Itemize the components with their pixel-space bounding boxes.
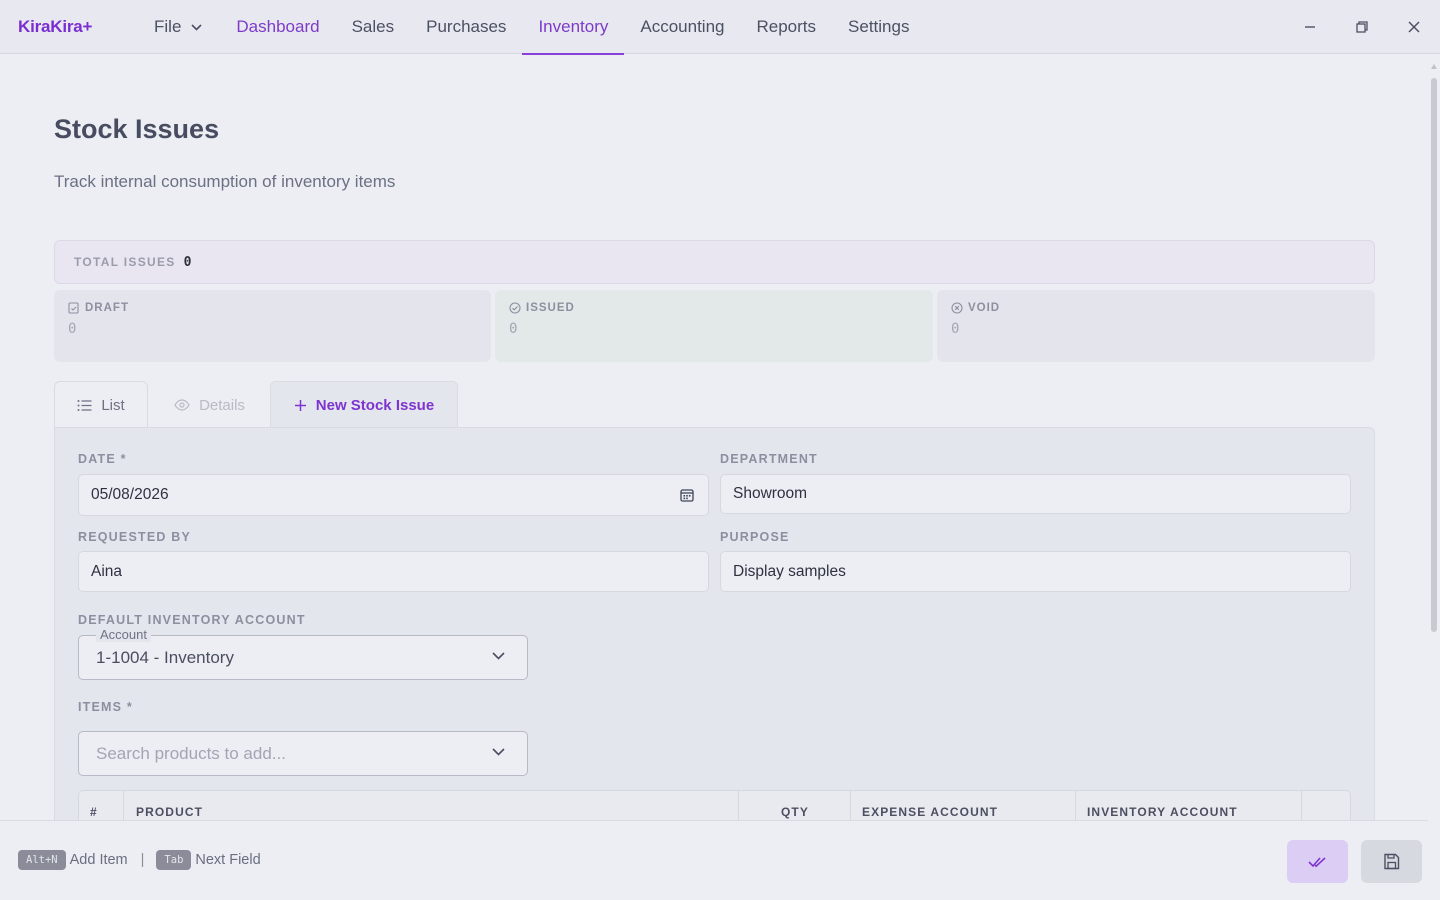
app-logo: KiraKira+ [18, 17, 93, 36]
restore-icon[interactable] [1349, 14, 1375, 40]
title-bar: KiraKira+ File Dashboard Sales Purchases… [0, 0, 1440, 55]
department-label: DEPARTMENT [720, 452, 818, 466]
check-circle-icon [509, 302, 521, 314]
menu-sales[interactable]: Sales [336, 0, 411, 54]
save-icon [1384, 853, 1400, 870]
footer-bar: Alt+N Add Item | Tab Next Field [0, 820, 1428, 900]
page-subtitle: Track internal consumption of inventory … [54, 172, 396, 191]
requested-by-label: REQUESTED BY [78, 530, 192, 544]
stat-draft-value: 0 [68, 321, 77, 337]
x-circle-icon [951, 302, 963, 314]
column-header-expense-account: EXPENSE ACCOUNT [862, 805, 999, 819]
double-check-icon [1307, 856, 1326, 867]
minimize-icon[interactable] [1297, 14, 1323, 40]
stat-issued-value: 0 [509, 321, 518, 337]
stat-draft-label: DRAFT [85, 302, 129, 314]
column-header-qty: QTY [781, 805, 809, 819]
post-issue-button[interactable] [1287, 840, 1348, 883]
requested-by-value: Aina [91, 562, 123, 580]
calendar-icon[interactable] [680, 488, 694, 502]
date-label: DATE * [78, 452, 127, 466]
account-select-value: 1-1004 - Inventory [96, 647, 234, 667]
purpose-field[interactable]: Display samples [720, 551, 1351, 592]
shortcut-add-item-text: Add Item [69, 852, 128, 868]
product-search-select[interactable]: Search products to add... [78, 731, 528, 776]
chevron-down-icon [492, 652, 505, 660]
stat-issued-label: ISSUED [526, 302, 575, 314]
menu-reports[interactable]: Reports [741, 0, 833, 54]
total-issues-card: TOTAL ISSUES 0 [54, 240, 1375, 284]
draft-icon [68, 302, 79, 314]
date-value: 05/08/2026 [91, 486, 169, 503]
tab-list[interactable]: List [54, 381, 148, 428]
purpose-value: Display samples [733, 562, 846, 580]
save-draft-button[interactable] [1361, 840, 1422, 883]
department-value: Showroom [733, 485, 808, 502]
menu-dashboard[interactable]: Dashboard [220, 0, 335, 54]
list-icon [77, 399, 92, 411]
close-icon[interactable] [1401, 14, 1427, 40]
tab-new-label: New Stock Issue [315, 396, 435, 414]
stat-void-label: VOID [968, 302, 1001, 314]
department-field[interactable]: Showroom [720, 474, 1351, 514]
main-menu: File Dashboard Sales Purchases Inventory… [140, 0, 925, 55]
menu-file-label: File [154, 17, 182, 36]
stat-void-card: VOID 0 [937, 290, 1375, 362]
stat-void-value: 0 [951, 321, 960, 337]
items-label: ITEMS * [78, 700, 133, 714]
tab-list-label: List [101, 396, 125, 414]
purpose-label: PURPOSE [720, 530, 790, 544]
keyboard-hints: Alt+N Add Item | Tab Next Field [18, 850, 261, 870]
menu-purchases[interactable]: Purchases [410, 0, 522, 54]
menu-accounting[interactable]: Accounting [624, 0, 740, 54]
default-account-label: DEFAULT INVENTORY ACCOUNT [78, 613, 306, 627]
eye-icon [174, 399, 190, 411]
menu-file[interactable]: File [140, 0, 220, 54]
column-header-inventory-account: INVENTORY ACCOUNT [1087, 805, 1238, 819]
menu-inventory[interactable]: Inventory [522, 0, 625, 55]
chevron-down-icon [492, 748, 505, 756]
total-issues-label: TOTAL ISSUES [74, 255, 176, 269]
column-header-product: PRODUCT [136, 805, 204, 819]
shortcut-next-field-text: Next Field [195, 852, 261, 868]
tab-details[interactable]: Details [149, 381, 270, 428]
scrollbar-thumb[interactable] [1431, 78, 1437, 632]
tab-new-stock-issue[interactable]: New Stock Issue [270, 381, 458, 428]
page-title: Stock Issues [54, 114, 220, 144]
scroll-up-arrow-icon[interactable] [1431, 56, 1437, 74]
date-field[interactable]: 05/08/2026 [78, 474, 709, 516]
plus-icon [294, 399, 306, 411]
shortcut-key-add-item: Alt+N [18, 850, 66, 870]
shortcut-key-next-field: Tab [156, 850, 192, 870]
tab-details-label: Details [199, 396, 245, 414]
account-select-legend: Account [96, 627, 151, 642]
product-search-placeholder: Search products to add... [96, 743, 286, 763]
total-issues-value: 0 [183, 254, 192, 270]
hint-separator: | [140, 852, 145, 868]
menu-settings[interactable]: Settings [832, 0, 925, 54]
column-header-number: # [90, 805, 98, 819]
chevron-down-icon [191, 23, 202, 31]
requested-by-field[interactable]: Aina [78, 551, 709, 592]
stat-draft-card: DRAFT 0 [54, 290, 491, 362]
stat-issued-card: ISSUED 0 [495, 290, 933, 362]
